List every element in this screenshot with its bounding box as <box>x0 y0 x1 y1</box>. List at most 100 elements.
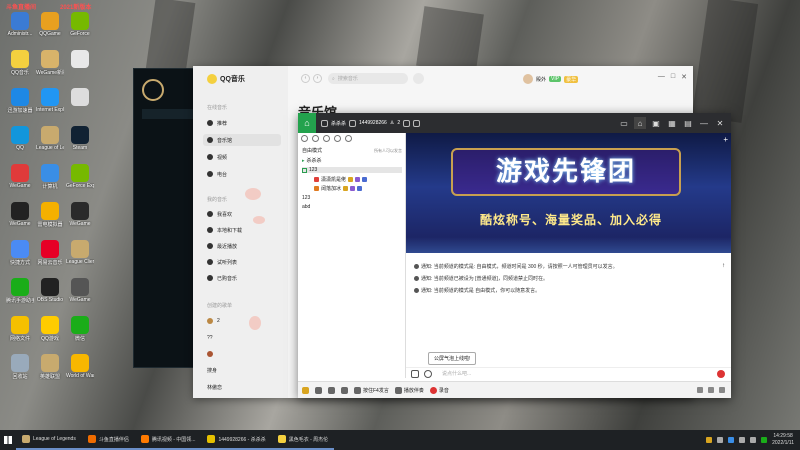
gamepad-icon[interactable] <box>411 369 419 378</box>
chat-icon[interactable] <box>312 135 319 142</box>
sidebar-item-recent[interactable]: 最近播放 <box>203 240 281 252</box>
desktop-icon[interactable]: 网络文件 <box>6 316 34 352</box>
desktop-icon[interactable]: Internet Explorer <box>36 88 64 124</box>
search-icon[interactable] <box>345 135 352 142</box>
sidebar-item-radio[interactable]: 电台 <box>203 168 281 180</box>
taskbar-item[interactable]: League of Legends <box>16 430 82 450</box>
volume-icon[interactable] <box>750 437 757 443</box>
desktop-icon[interactable]: Administr... <box>6 12 34 48</box>
desktop-icon[interactable]: 快捷方式 <box>6 240 34 276</box>
settings-icon[interactable] <box>403 119 411 127</box>
share-icon[interactable] <box>413 119 421 127</box>
maximize-button[interactable]: □ <box>671 73 675 81</box>
desktop-icon[interactable]: OBS Studio <box>36 278 64 314</box>
sidebar-item-local[interactable]: 本地和下载 <box>203 224 281 236</box>
member-item[interactable]: 潇潇凯是佬 <box>314 176 414 183</box>
taskbar-item[interactable]: 斗鱼直播伴侣 <box>81 430 135 450</box>
desktop-icon[interactable]: WeGame <box>66 278 94 314</box>
emoji-icon[interactable] <box>424 369 432 378</box>
room-tool-icon[interactable] <box>321 119 328 127</box>
sidebar-item-liked[interactable]: 我喜欢 <box>203 208 281 220</box>
voice-room-window[interactable]: ⌂ 杀杀杀 1449928266 ♙ 2 ▭ ⌂ ▣ ▦ ▤ — ✕ 自由模式 … <box>298 113 731 398</box>
start-button[interactable] <box>0 430 16 450</box>
record-button[interactable]: 录音 <box>429 386 449 394</box>
desktop-icon[interactable]: GeForce <box>66 12 94 48</box>
bottom-item[interactable] <box>341 386 348 394</box>
desktop-icon[interactable]: 网易云音乐 <box>36 240 64 276</box>
desktop-icon[interactable]: World of Warcraft <box>66 354 94 390</box>
desktop-icon[interactable]: GeForce Experience <box>66 164 94 200</box>
desktop-icon[interactable]: 微信 <box>66 316 94 352</box>
home-icon[interactable]: ⌂ <box>298 113 316 133</box>
tool-icon[interactable] <box>719 387 725 393</box>
chat-input[interactable]: 说点什么吧... <box>442 370 471 377</box>
playlist-item[interactable] <box>203 348 281 360</box>
channel-item[interactable]: ▸ 杀杀杀 <box>302 157 402 165</box>
home-tab-icon[interactable]: ⌂ <box>634 117 646 129</box>
close-button[interactable]: ✕ <box>714 117 726 129</box>
tray-icon[interactable] <box>717 437 724 443</box>
tool-icon[interactable] <box>708 387 714 393</box>
desktop-icon[interactable] <box>66 50 94 86</box>
channel-item[interactable]: abd <box>302 204 402 210</box>
desktop-icon[interactable]: League of Legends <box>36 126 64 162</box>
playlist-item[interactable]: 2 <box>203 315 281 327</box>
gift-icon[interactable]: ▤ <box>682 117 694 129</box>
desktop-icon[interactable]: 英雄联盟 <box>36 354 64 390</box>
avatar[interactable] <box>523 74 533 84</box>
screen-icon[interactable]: ▭ <box>618 117 630 129</box>
desktop-icon[interactable]: 迅游加速器 <box>6 88 34 124</box>
desktop-icon[interactable]: QQ <box>6 126 34 162</box>
sidebar-item-trial[interactable]: 试听列表 <box>203 256 281 268</box>
game-icon[interactable]: ▣ <box>650 117 662 129</box>
clock[interactable]: 14:29:58 2022/1/11 <box>772 433 794 447</box>
sidebar-item-purchased[interactable]: 已购音乐 <box>203 272 281 284</box>
member-item[interactable]: 阔落加冰 <box>314 185 414 192</box>
location-icon[interactable] <box>323 135 330 142</box>
sidebar-item-music-hall[interactable]: 音乐馆 <box>203 134 281 146</box>
tray-icon[interactable] <box>728 437 735 443</box>
tool-icon[interactable] <box>697 387 703 393</box>
desktop-icon[interactable]: Steam <box>66 126 94 162</box>
forward-button[interactable]: › <box>313 74 322 83</box>
play-accompaniment[interactable]: 播放伴奏 <box>394 386 424 394</box>
taskbar-item[interactable]: 腾讯视频 - 中国领... <box>134 430 202 450</box>
back-button[interactable]: ‹ <box>301 74 310 83</box>
voice-search-icon[interactable] <box>413 73 424 84</box>
desktop-icon[interactable]: WeGame新版 <box>36 50 64 86</box>
user-name[interactable]: 殿外 <box>536 76 546 83</box>
channel-item[interactable]: 123 <box>302 167 402 173</box>
desktop-icon[interactable] <box>66 88 94 124</box>
search-input[interactable]: ⌕ 搜索音乐 <box>328 73 408 84</box>
desktop-icon[interactable]: QQGame <box>36 12 64 48</box>
send-icon[interactable] <box>717 369 725 378</box>
bottom-item[interactable] <box>328 386 335 394</box>
playlist-item[interactable]: 林傲恋 <box>203 381 281 393</box>
desktop-icon[interactable]: QQ音乐 <box>6 50 34 86</box>
push-to-talk[interactable]: 按住F4发言 <box>354 386 389 394</box>
desktop-icon[interactable]: 计算机 <box>36 164 64 200</box>
record-icon[interactable] <box>334 135 341 142</box>
taskbar-item[interactable]: 1449928266 - 杀杀杀 <box>201 430 272 450</box>
playlist-item[interactable]: ?? <box>203 332 281 344</box>
minimize-button[interactable]: — <box>658 73 665 81</box>
minimize-button[interactable]: — <box>698 117 710 129</box>
desktop-icon[interactable]: 腾讯手游助手 <box>6 278 34 314</box>
taskbar-item[interactable]: 黑色毛衣 - 周杰伦 <box>271 430 335 450</box>
scroll-up-icon[interactable]: ↑ <box>722 263 725 269</box>
playlist-item[interactable]: 搜身 <box>203 364 281 376</box>
tray-icon[interactable] <box>706 437 713 443</box>
desktop-icon[interactable]: WeGame <box>6 202 34 238</box>
desktop-icon[interactable]: 雷电模拟器 <box>36 202 64 238</box>
user-info[interactable]: 殿外 VIP 豪华 <box>523 74 579 84</box>
bottom-item[interactable] <box>302 386 309 394</box>
sidebar-item-video[interactable]: 视频 <box>203 151 281 163</box>
desktop-icon[interactable]: League Clien <box>66 240 94 276</box>
bottom-item[interactable] <box>315 386 322 394</box>
channel-item[interactable]: 123 <box>302 195 402 201</box>
grid-icon[interactable]: ▦ <box>666 117 678 129</box>
wechat-tray-icon[interactable] <box>761 437 768 443</box>
user-icon[interactable] <box>301 135 308 142</box>
desktop-icon[interactable]: 回收站 <box>6 354 34 390</box>
sidebar-item-recommend[interactable]: 推荐 <box>203 117 281 129</box>
